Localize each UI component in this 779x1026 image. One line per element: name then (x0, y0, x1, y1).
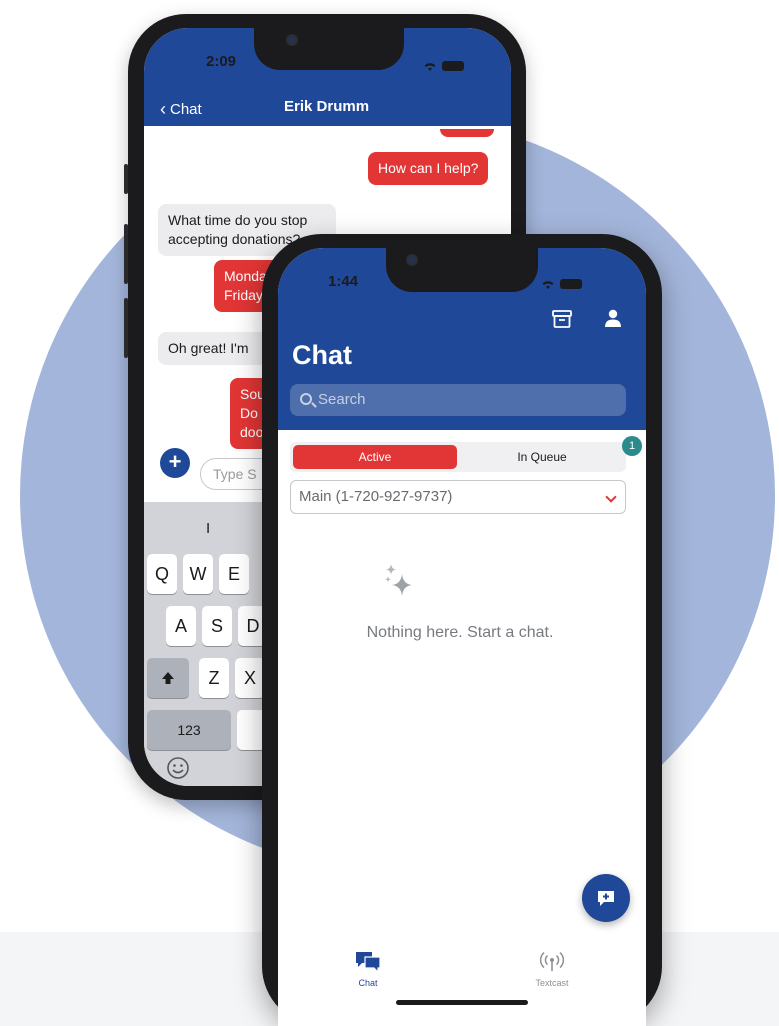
camera-icon (406, 254, 418, 266)
key[interactable]: S (202, 606, 232, 646)
tab-in-queue[interactable]: In Queue (460, 445, 624, 469)
line-select-value: Main (1-720-927-9737) (299, 488, 453, 505)
queue-count-badge: 1 (622, 436, 642, 456)
message-text: Oh great! I'm (168, 340, 249, 356)
message-text: How can I help? (378, 160, 479, 176)
new-chat-button[interactable] (582, 874, 630, 922)
tab-chat[interactable]: Chat (328, 950, 408, 988)
add-attachment-button[interactable]: + (160, 448, 190, 478)
volume-up-button (124, 224, 128, 284)
chat-header: 1:44 Chat Search (278, 248, 646, 430)
wifi-icon (424, 63, 436, 71)
nav-bar: ‹ Chat Erik Drumm (144, 94, 511, 124)
sparkle-icon (385, 564, 412, 596)
message-text: Monda Friday (224, 268, 267, 303)
keyboard-row: A S D (166, 606, 268, 646)
key[interactable]: Q (147, 554, 177, 594)
volume-down-button (124, 298, 128, 358)
camera-icon (286, 34, 298, 46)
key[interactable]: X (235, 658, 265, 698)
archive-icon[interactable] (552, 310, 572, 328)
search-placeholder: Search (318, 391, 366, 408)
keyboard-suggestion[interactable]: I (206, 520, 210, 537)
message-bubble-clipped (440, 129, 494, 137)
broadcast-icon (539, 951, 565, 971)
status-indicators (422, 58, 464, 72)
numbers-key[interactable]: 123 (147, 710, 231, 750)
tab-active[interactable]: Active (293, 445, 457, 469)
shift-key[interactable] (147, 658, 189, 698)
status-time: 1:44 (328, 273, 359, 290)
battery-icon (442, 60, 464, 71)
search-icon (300, 393, 312, 405)
home-indicator (396, 1000, 528, 1005)
notch (386, 248, 538, 292)
back-button[interactable]: ‹ Chat (160, 98, 202, 119)
tab-label: Textcast (535, 978, 569, 988)
search-input[interactable]: Search (290, 384, 626, 416)
emoji-icon[interactable] (166, 756, 190, 780)
key[interactable]: A (166, 606, 196, 646)
wifi-icon (542, 281, 554, 289)
chevron-left-icon: ‹ (160, 99, 166, 119)
side-button (124, 164, 128, 194)
keyboard-row: Z X (147, 658, 265, 698)
line-select[interactable]: Main (1-720-927-9737) (290, 480, 626, 514)
key[interactable]: W (183, 554, 213, 594)
tab-label: Chat (358, 978, 378, 988)
keyboard-row: Q W E (147, 554, 249, 594)
status-time: 2:09 (206, 53, 237, 70)
empty-state-message: Nothing here. Start a chat. (366, 624, 554, 641)
status-indicators (540, 276, 582, 290)
new-message-icon (598, 891, 614, 906)
page-title: Chat (292, 340, 352, 370)
contact-name: Erik Drumm (284, 98, 370, 115)
chevron-down-icon (605, 491, 617, 503)
shift-arrow-icon (162, 672, 174, 684)
tab-bar: Chat Textcast (278, 942, 646, 1026)
back-label: Chat (170, 101, 202, 118)
battery-icon (560, 278, 582, 289)
message-text: What time do you stop accepting donation… (168, 212, 308, 247)
chat-bubbles-icon (356, 952, 381, 974)
front-screen: 1:44 Chat Search Active In Queue 1 Main … (278, 248, 646, 1026)
front-phone: 1:44 Chat Search Active In Queue 1 Main … (262, 234, 662, 1026)
profile-icon[interactable] (604, 308, 622, 328)
segmented-control: Active In Queue (290, 442, 626, 472)
tab-textcast[interactable]: Textcast (512, 950, 592, 988)
conversation-header: 2:09 ‹ Chat Erik Drumm (144, 28, 511, 126)
message-bubble: How can I help? (368, 152, 489, 185)
key[interactable]: Z (199, 658, 229, 698)
key[interactable]: E (219, 554, 249, 594)
keyboard-row: 123 (147, 710, 277, 750)
notch (254, 28, 404, 70)
